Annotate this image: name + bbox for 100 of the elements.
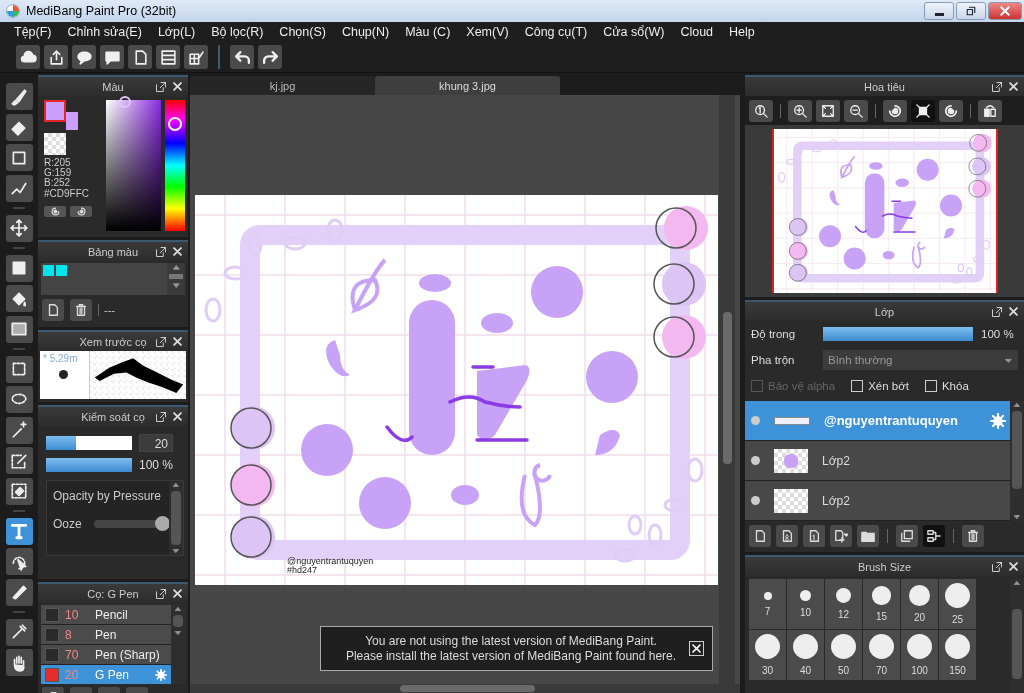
brush-size-field[interactable]: 20: [139, 434, 173, 452]
menu-item[interactable]: Help: [721, 25, 763, 39]
popout-button[interactable]: [990, 560, 1003, 573]
navigator-button[interactable]: [816, 99, 840, 122]
horizontal-scrollbar[interactable]: [190, 684, 740, 693]
scrollbar-thumb[interactable]: [1012, 609, 1022, 679]
tool-button[interactable]: [5, 447, 33, 474]
layer-tool-button[interactable]: [962, 525, 984, 547]
restore-button[interactable]: [956, 2, 986, 20]
toolbar-button[interactable]: [184, 45, 208, 69]
brush-size-option[interactable]: 150: [939, 630, 976, 680]
close-panel-button[interactable]: [1007, 305, 1020, 318]
menu-item[interactable]: Màu (C): [397, 25, 459, 39]
tool-button[interactable]: [5, 517, 33, 545]
menu-item[interactable]: Chỉnh sửa(E): [59, 25, 150, 39]
document-tab[interactable]: kj.jpg: [190, 76, 375, 95]
vertical-scrollbar[interactable]: [719, 95, 735, 684]
popout-button[interactable]: [990, 80, 1003, 93]
navigator-button[interactable]: [978, 99, 1002, 122]
brush-item[interactable]: 8 Pen: [41, 625, 171, 644]
color-picker-button[interactable]: [70, 206, 92, 217]
scrollbar-thumb[interactable]: [1012, 411, 1022, 489]
scrollbar-thumb[interactable]: [173, 615, 183, 627]
secondary-color-swatch[interactable]: [66, 112, 78, 130]
tool-button[interactable]: [5, 144, 33, 171]
tool-button[interactable]: [5, 83, 33, 110]
navigator-button[interactable]: [883, 99, 907, 122]
popout-button[interactable]: [154, 335, 167, 348]
layer-tool-button[interactable]: [749, 525, 771, 547]
visibility-dot[interactable]: [751, 416, 760, 425]
toolbar-button[interactable]: [72, 45, 96, 69]
brush-size-option[interactable]: 50: [825, 630, 862, 680]
scrollbar-thumb[interactable]: [171, 491, 181, 545]
popout-button[interactable]: [154, 410, 167, 423]
brush-size-option[interactable]: 15: [863, 579, 900, 629]
opacity-slider[interactable]: [46, 458, 132, 472]
scrollbar[interactable]: [167, 263, 185, 295]
close-button[interactable]: [988, 2, 1022, 20]
layer-tool-button[interactable]: [923, 525, 945, 547]
navigator-button[interactable]: [749, 99, 773, 122]
close-panel-button[interactable]: [171, 335, 184, 348]
brush-size-slider[interactable]: [46, 436, 132, 450]
brush-size-option[interactable]: 20: [901, 579, 938, 629]
new-palette-button[interactable]: [42, 299, 64, 321]
brush-size-option[interactable]: 25: [939, 579, 976, 629]
navigator-button[interactable]: [911, 99, 935, 122]
brush-size-option[interactable]: 10: [787, 579, 824, 629]
toolbar-button[interactable]: [16, 45, 40, 69]
delete-palette-button[interactable]: [70, 299, 92, 321]
layer-opacity-slider[interactable]: [823, 327, 973, 341]
close-panel-button[interactable]: [171, 410, 184, 423]
menu-item[interactable]: Xem(V): [458, 25, 517, 39]
layer-tool-button[interactable]: [857, 525, 879, 547]
brush-size-option[interactable]: 100: [901, 630, 938, 680]
menu-item[interactable]: Chọn(S): [271, 25, 334, 39]
popout-button[interactable]: [154, 80, 167, 93]
menu-item[interactable]: Cửa sổ(W): [595, 25, 673, 39]
tool-button[interactable]: [5, 214, 33, 242]
document-tab[interactable]: khung 3.jpg: [375, 76, 560, 95]
scrollbar-thumb[interactable]: [400, 685, 535, 692]
scrollbar[interactable]: [169, 481, 183, 555]
scrollbar[interactable]: [171, 605, 185, 684]
visibility-dot[interactable]: [751, 456, 760, 465]
menu-item[interactable]: Tệp(F): [6, 25, 60, 39]
menu-item[interactable]: Chụp(N): [333, 25, 398, 39]
tool-button[interactable]: [5, 416, 33, 444]
toolbar-button[interactable]: [100, 45, 124, 69]
popout-button[interactable]: [990, 305, 1003, 318]
brush-size-option[interactable]: 30: [749, 630, 786, 680]
tool-button[interactable]: [5, 315, 33, 343]
close-panel-button[interactable]: [171, 80, 184, 93]
transparent-swatch[interactable]: [44, 133, 66, 155]
scrollbar[interactable]: [1010, 401, 1024, 521]
menu-item[interactable]: Lớp(L): [149, 25, 204, 39]
tool-button[interactable]: [5, 285, 33, 312]
blend-mode-dropdown[interactable]: Bình thường: [823, 350, 1018, 370]
palette-swatch[interactable]: [56, 265, 67, 276]
menu-item[interactable]: Bộ lọc(R): [203, 25, 272, 39]
hue-slider[interactable]: [165, 100, 185, 231]
tool-button[interactable]: [5, 578, 33, 606]
scrollbar[interactable]: [1010, 579, 1024, 693]
layer-tool-button[interactable]: [803, 525, 825, 547]
brush-item[interactable]: 10 Pencil: [41, 605, 171, 624]
toolbar-button[interactable]: [44, 45, 68, 69]
visibility-dot[interactable]: [751, 496, 760, 505]
tool-button[interactable]: [5, 254, 33, 282]
tool-button[interactable]: [5, 477, 33, 505]
close-panel-button[interactable]: [1007, 560, 1020, 573]
scrollbar-thumb[interactable]: [723, 312, 732, 464]
tool-button[interactable]: [5, 113, 33, 141]
brush-size-option[interactable]: 12: [825, 579, 862, 629]
hue-slider-knob[interactable]: [168, 116, 182, 131]
popout-button[interactable]: [154, 245, 167, 258]
close-panel-button[interactable]: [171, 245, 184, 258]
menu-item[interactable]: Cloud: [672, 25, 722, 39]
palette-swatch[interactable]: [43, 265, 54, 276]
close-panel-button[interactable]: [1007, 80, 1020, 93]
navigator-button[interactable]: [788, 99, 812, 122]
navigator-button[interactable]: [939, 99, 963, 122]
brush-size-option[interactable]: 7: [749, 579, 786, 629]
